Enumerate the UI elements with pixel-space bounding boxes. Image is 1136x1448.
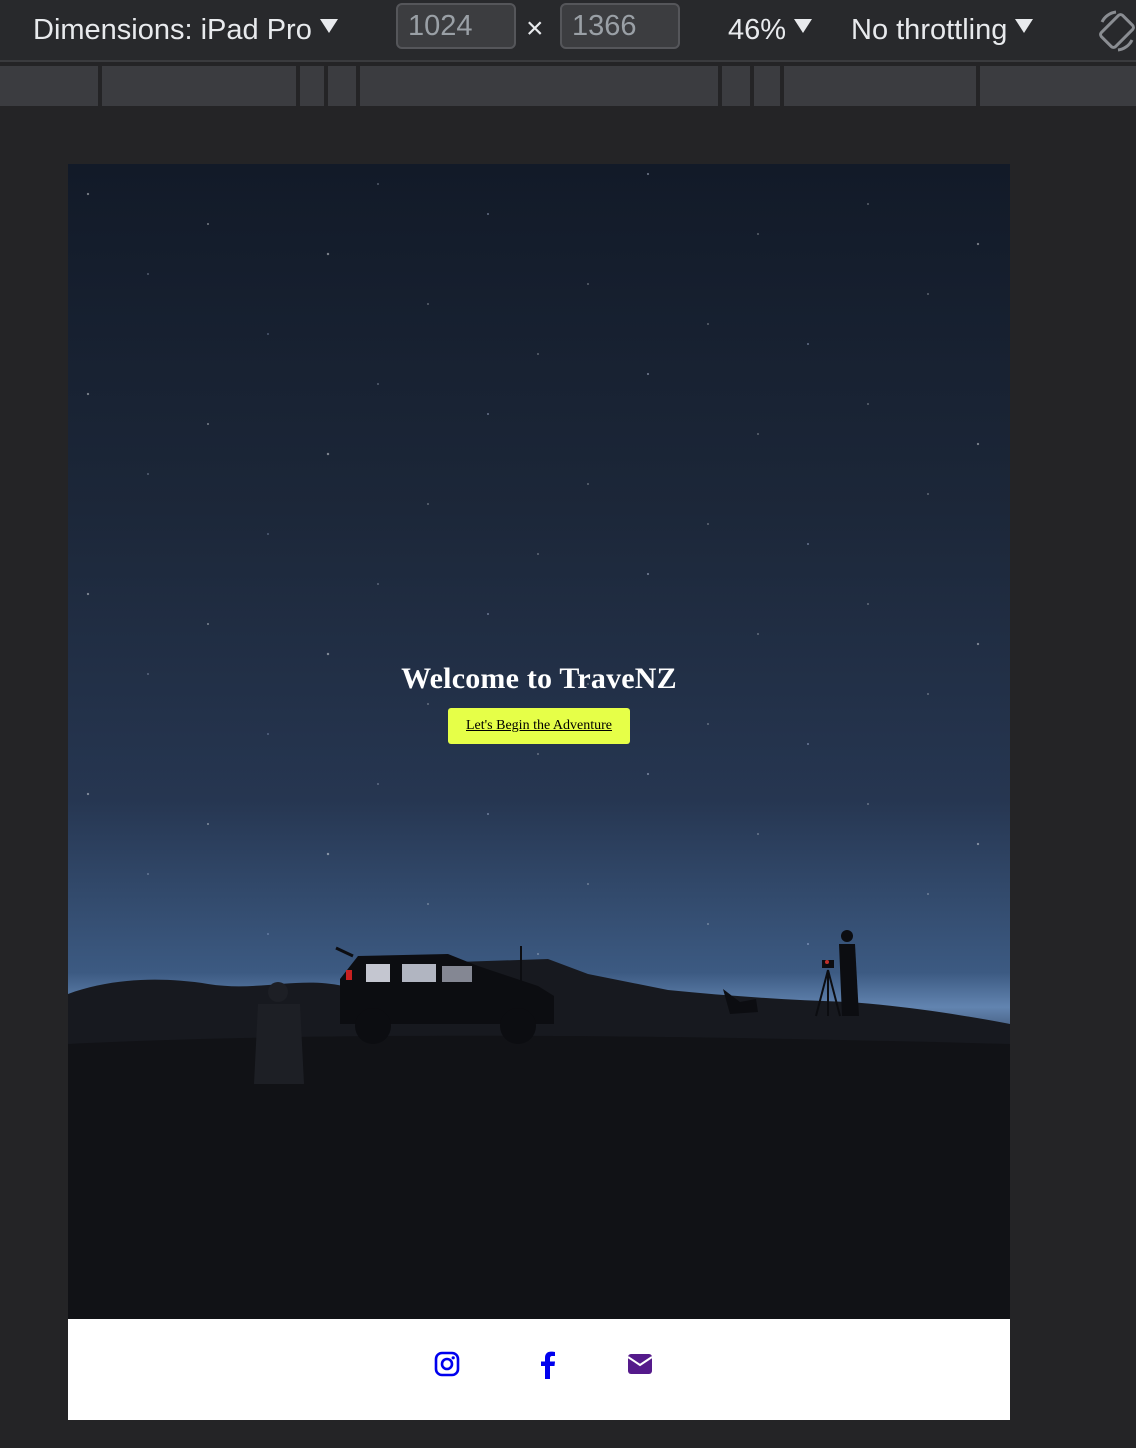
breakpoint-divider: [324, 66, 328, 106]
hero-content: Welcome to TraveNZ Let's Begin the Adven…: [68, 662, 1010, 744]
breakpoint-divider: [296, 66, 300, 106]
device-toolbar: Dimensions: iPad Pro × 46% No throttling: [0, 0, 1136, 62]
email-icon[interactable]: [628, 1354, 652, 1374]
dimensions-label: Dimensions: iPad Pro: [33, 13, 312, 46]
zoom-label: 46%: [728, 13, 787, 46]
breakpoint-divider: [976, 66, 980, 106]
begin-adventure-button[interactable]: Let's Begin the Adventure: [448, 708, 630, 744]
rotate-icon[interactable]: [1098, 8, 1136, 52]
breakpoint-divider: [718, 66, 722, 106]
hero-title: Welcome to TraveNZ: [401, 662, 677, 695]
device-viewport: Welcome to TraveNZ Let's Begin the Adven…: [68, 164, 1010, 1420]
breakpoint-divider: [98, 66, 102, 106]
facebook-icon[interactable]: [538, 1351, 556, 1379]
throttling-dropdown[interactable]: No throttling: [851, 0, 1034, 60]
times-separator: ×: [526, 12, 544, 45]
dropdown-caret-icon: [319, 19, 338, 33]
zoom-dropdown[interactable]: 46%: [728, 0, 813, 60]
breakpoint-divider: [750, 66, 754, 106]
height-input[interactable]: [560, 3, 680, 49]
instagram-icon[interactable]: [434, 1351, 460, 1377]
dropdown-caret-icon: [1015, 19, 1034, 33]
throttling-label: No throttling: [851, 13, 1008, 46]
breakpoint-divider: [356, 66, 360, 106]
dropdown-caret-icon: [794, 19, 813, 33]
footer: [68, 1319, 1010, 1420]
breakpoint-divider: [780, 66, 784, 106]
dimensions-dropdown[interactable]: Dimensions: iPad Pro: [33, 0, 338, 60]
media-query-bar[interactable]: [0, 66, 1136, 106]
width-input[interactable]: [396, 3, 516, 49]
hero-section: Welcome to TraveNZ Let's Begin the Adven…: [68, 164, 1010, 1319]
